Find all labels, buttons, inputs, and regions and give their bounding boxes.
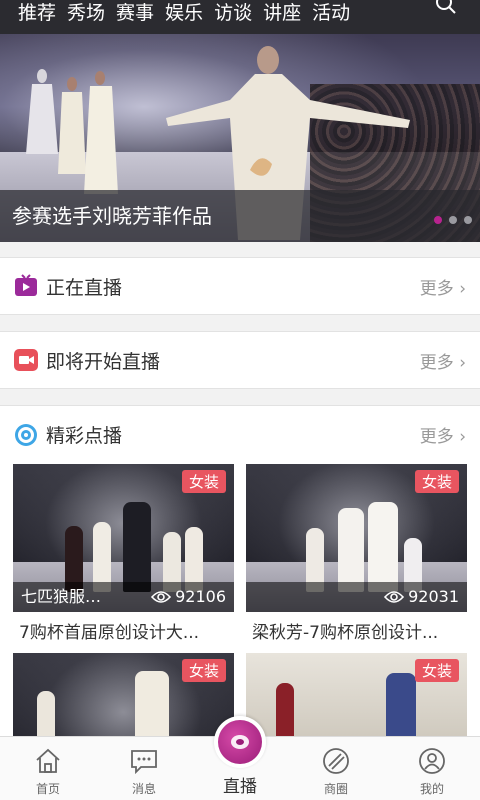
video-title[interactable]: 梁秋芳-7购杯原创设计... [246, 618, 467, 643]
live-icon [231, 735, 249, 749]
tab-home[interactable]: 首页 [0, 737, 96, 800]
disc-icon [15, 423, 37, 446]
banner-caption: 参赛选手刘晓芳菲作品 [0, 190, 480, 242]
home-icon [36, 748, 60, 773]
view-count: 92031 [384, 582, 459, 612]
live-button[interactable] [214, 716, 266, 768]
video-title[interactable]: 7购杯首届原创设计大... [13, 618, 234, 643]
tab-business-circle[interactable]: 商圈 [288, 737, 384, 800]
more-link[interactable]: 更多 › [420, 348, 466, 373]
tab-messages[interactable]: 消息 [96, 737, 192, 800]
video-thumbnail[interactable]: 女装 七匹狼服… 92106 [13, 464, 234, 612]
tab-entertainment[interactable]: 娱乐 [165, 2, 203, 24]
message-icon [131, 750, 157, 775]
video-camera-icon [14, 349, 38, 371]
category-tag: 女装 [181, 470, 226, 493]
tab-activity[interactable]: 活动 [312, 2, 350, 24]
tab-lecture[interactable]: 讲座 [263, 2, 301, 24]
tab-competition[interactable]: 赛事 [116, 2, 154, 24]
category-tag: 女装 [414, 470, 459, 493]
tab-me[interactable]: 我的 [384, 737, 480, 800]
category-tag: 女装 [181, 659, 226, 682]
category-tag: 女装 [414, 659, 459, 682]
category-nav: 推荐 秀场 赛事 娱乐 访谈 讲座 活动 [0, 0, 480, 34]
banner-carousel[interactable]: 参赛选手刘晓芳菲作品 [0, 34, 480, 242]
overlay-name: 七匹狼服… [21, 587, 102, 606]
section-title: 即将开始直播 [46, 350, 161, 373]
video-card[interactable]: 女装 92031 梁秋芳-7购杯原创设计... [246, 464, 467, 643]
more-link[interactable]: 更多 › [420, 422, 466, 447]
carousel-dot[interactable] [449, 216, 457, 224]
user-icon [419, 748, 445, 774]
tab-label: 首页 [35, 782, 60, 796]
more-link[interactable]: 更多 › [420, 274, 466, 299]
search-icon[interactable] [434, 0, 458, 16]
tab-recommend[interactable]: 推荐 [18, 2, 56, 24]
eye-icon [151, 591, 172, 603]
video-thumbnail[interactable]: 女装 92031 [246, 464, 467, 612]
view-count: 92106 [151, 582, 226, 612]
thumbnail-overlay: 92031 [246, 582, 467, 612]
section-title: 精彩点播 [46, 425, 123, 447]
section-upcoming-live[interactable]: 即将开始直播 更多 › [0, 331, 480, 389]
carousel-indicator [434, 216, 472, 224]
section-vod[interactable]: 精彩点播 更多 › [0, 405, 480, 463]
chevron-right-icon: › [459, 427, 466, 447]
thumbnail-overlay: 七匹狼服… 92106 [13, 582, 234, 612]
tv-icon [15, 274, 37, 296]
section-live-now[interactable]: 正在直播 更多 › [0, 257, 480, 315]
tab-interview[interactable]: 访谈 [214, 2, 252, 24]
tab-label: 消息 [131, 782, 156, 796]
chevron-right-icon: › [459, 278, 466, 299]
video-card[interactable]: 女装 七匹狼服… 92106 7购杯首届原创设计大... [13, 464, 234, 643]
chevron-right-icon: › [459, 352, 466, 373]
carousel-dot[interactable] [464, 216, 472, 224]
tab-label: 我的 [419, 782, 444, 796]
tab-label: 直播 [223, 777, 257, 797]
section-title: 正在直播 [46, 276, 123, 299]
eye-icon [384, 591, 405, 603]
carousel-dot-active[interactable] [434, 216, 442, 224]
tab-show[interactable]: 秀场 [67, 2, 105, 24]
business-circle-icon [323, 748, 349, 774]
tab-label: 商圈 [323, 782, 348, 796]
